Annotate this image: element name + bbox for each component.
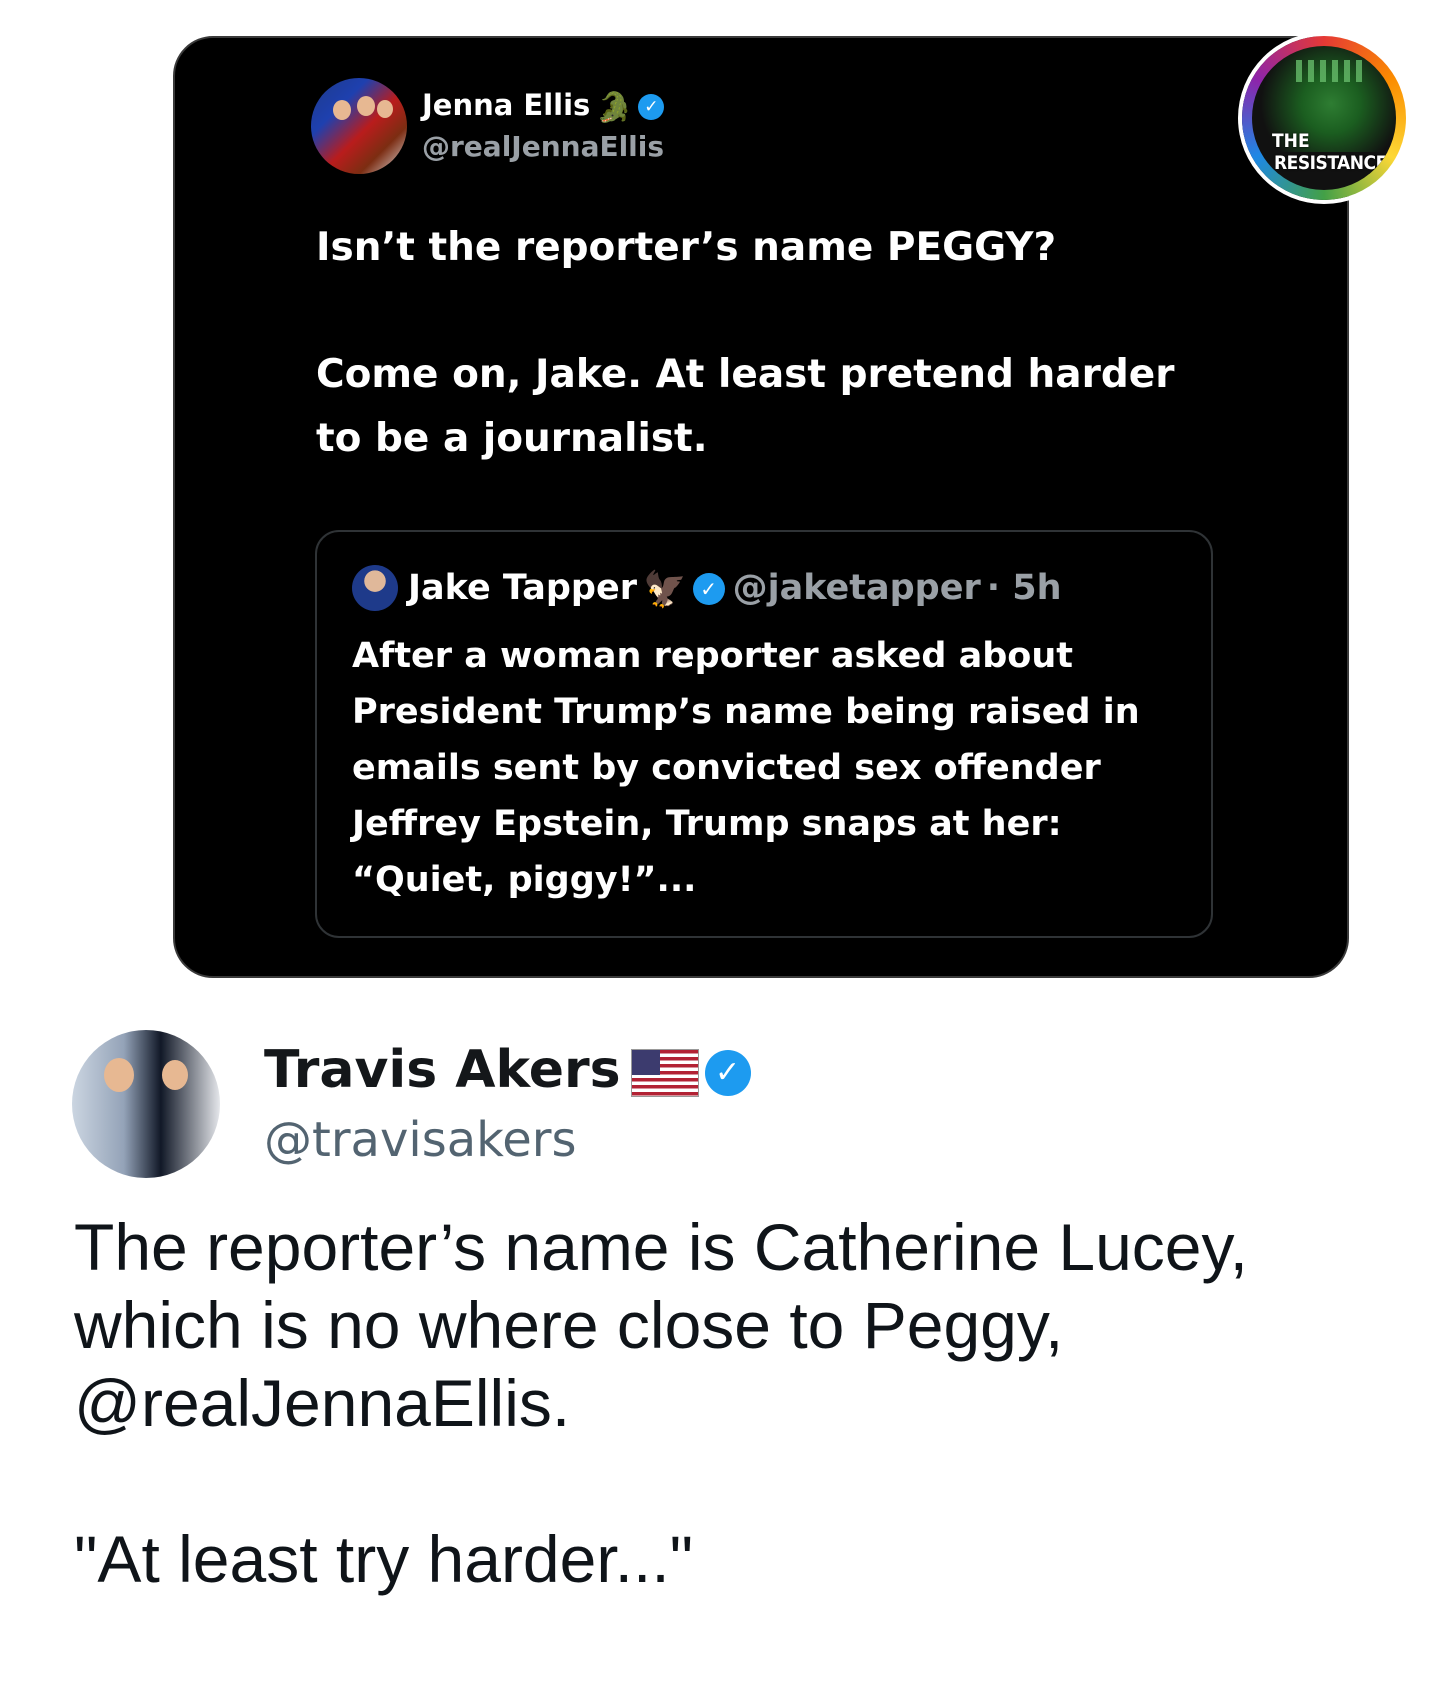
- quoted-tweet-header: Jake Tapper 🦅 ✓ @jaketapper · 5h: [408, 568, 1062, 610]
- alligator-icon: 🐊: [596, 89, 633, 124]
- verified-badge-icon: ✓: [638, 94, 665, 120]
- jenna-ellis-name[interactable]: Jenna Ellis 🐊 ✓: [422, 88, 665, 125]
- quoted-author-name: Jake Tapper: [408, 568, 637, 608]
- tweet-paragraph-2: "At least try harder...": [74, 1522, 694, 1596]
- author-name: Jenna Ellis: [422, 88, 591, 122]
- travis-akers-avatar[interactable]: [72, 1030, 220, 1178]
- embedded-tweet-text-line-1: Isn’t the reporter’s name PEGGY?: [316, 225, 1057, 270]
- verified-badge-icon: ✓: [704, 1050, 751, 1096]
- tweet-text: The reporter’s name is Catherine Lucey, …: [74, 1208, 1394, 1598]
- badge-line-2: RESISTANCE: [1272, 152, 1389, 174]
- embedded-tweet-text-line-2: Come on, Jake. At least pretend harder: [316, 352, 1175, 397]
- us-flag-icon: [630, 1049, 699, 1097]
- quoted-author-handle: @jaketapper: [732, 568, 981, 608]
- jenna-ellis-handle[interactable]: @realJennaEllis: [422, 130, 664, 163]
- jake-tapper-avatar: [352, 565, 398, 611]
- embedded-tweet-text-block: Come on, Jake. At least pretend harder t…: [316, 343, 1174, 471]
- jenna-ellis-avatar[interactable]: [311, 78, 407, 174]
- verified-badge-icon: ✓: [692, 573, 725, 605]
- travis-akers-handle[interactable]: @travisakers: [264, 1112, 577, 1168]
- embedded-tweet-text-line-3: to be a journalist.: [316, 416, 708, 461]
- travis-akers-name[interactable]: Travis Akers ✓: [264, 1040, 751, 1100]
- badge-line-1: THE: [1272, 130, 1310, 152]
- quoted-tweet-time: · 5h: [986, 568, 1062, 608]
- author-name: Travis Akers: [264, 1040, 621, 1100]
- tweet-paragraph-1: The reporter’s name is Catherine Lucey, …: [74, 1210, 1248, 1440]
- eagle-icon: 🦅: [643, 569, 687, 610]
- quoted-tweet-text: After a woman reporter asked about Presi…: [352, 636, 1140, 900]
- the-resistance-logo: THE RESISTANCE: [1242, 36, 1406, 200]
